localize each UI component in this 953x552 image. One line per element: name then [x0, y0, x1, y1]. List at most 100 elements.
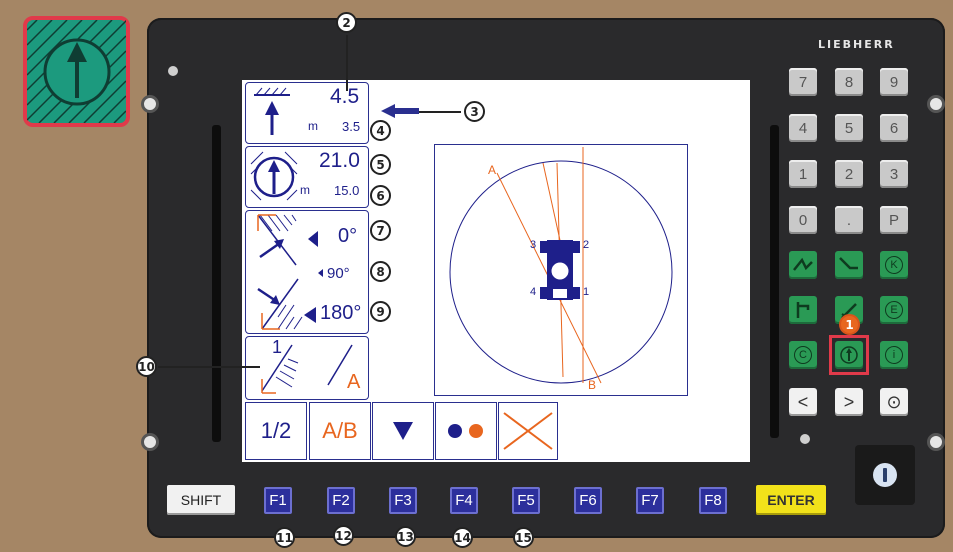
plan-num-1: 1 — [583, 286, 590, 298]
key-e-label: E — [885, 301, 903, 319]
plan-num-4: 4 — [530, 286, 537, 298]
key-boom-angle[interactable] — [789, 251, 817, 279]
key-k-label: K — [885, 256, 903, 274]
key-f1[interactable]: F1 — [264, 487, 292, 514]
softkey-dots[interactable] — [435, 402, 497, 460]
radius-unit: m — [300, 183, 310, 197]
callout-7: 7 — [370, 220, 391, 241]
enter-key[interactable]: ENTER — [756, 485, 826, 515]
key-1[interactable]: 1 — [789, 160, 817, 188]
softkey-wall-label: A/B — [322, 418, 358, 443]
softkey-clear[interactable] — [498, 402, 558, 460]
key-luffing[interactable] — [835, 251, 863, 279]
slew-angle-right: 180° — [320, 302, 362, 324]
callout-3: 3 — [464, 101, 485, 122]
screw-icon — [927, 95, 945, 113]
softkey-page-label: 1/2 — [260, 418, 292, 443]
work-area-icon — [26, 19, 128, 124]
key-k[interactable]: K — [880, 251, 908, 279]
work-area-icon — [840, 346, 858, 364]
key-0[interactable]: 0 — [789, 206, 817, 234]
boom-icon — [793, 257, 813, 271]
key-right[interactable]: > — [835, 388, 863, 416]
softkey-page-toggle[interactable]: 1/2 — [245, 402, 307, 460]
key-4[interactable]: 4 — [789, 114, 817, 142]
key-2[interactable]: 2 — [835, 160, 863, 188]
height-value: 4.5 — [330, 85, 360, 108]
key-7[interactable]: 7 — [789, 68, 817, 96]
key-9[interactable]: 9 — [880, 68, 908, 96]
callout-line-2 — [346, 35, 348, 91]
key-e[interactable]: E — [880, 296, 908, 324]
plan-label-b: B — [588, 378, 597, 392]
plan-num-3: 3 — [530, 239, 537, 251]
key-info[interactable]: i — [880, 341, 908, 369]
brand-logo: LIEBHERR — [818, 38, 895, 51]
right-slot — [770, 125, 779, 438]
screw-icon — [141, 433, 159, 451]
shift-key-label: SHIFT — [180, 492, 222, 508]
cross-icon — [503, 412, 553, 450]
height-unit: m — [308, 119, 318, 133]
callout-5: 5 — [370, 154, 391, 175]
softkey-wall-toggle[interactable]: A/B — [309, 402, 371, 460]
key-f7[interactable]: F7 — [636, 487, 664, 514]
wall-number: 1 — [272, 337, 283, 357]
key-info-label: i — [885, 346, 903, 364]
callout-8: 8 — [370, 261, 391, 282]
slew-limit-cell[interactable]: 0° 90° 180° — [245, 210, 369, 334]
screw-icon — [141, 95, 159, 113]
key-8[interactable]: 8 — [835, 68, 863, 96]
key-f3[interactable]: F3 — [389, 487, 417, 514]
arrow-left-icon — [381, 104, 419, 118]
key-f8[interactable]: F8 — [699, 487, 727, 514]
key-left[interactable]: < — [789, 388, 817, 416]
slew-angle-left: 0° — [338, 225, 358, 247]
radius-limit-icon — [250, 151, 298, 201]
key-f4[interactable]: F4 — [450, 487, 478, 514]
callout-6: 6 — [370, 185, 391, 206]
work-area-icon-enlarged — [23, 16, 130, 127]
shift-key[interactable]: SHIFT — [167, 485, 235, 515]
arrow-down-icon — [393, 422, 413, 440]
radius-limit-cell[interactable]: 21.0 m 15.0 — [245, 146, 369, 208]
key-p[interactable]: P — [880, 206, 908, 234]
callout-15: 15 — [513, 527, 534, 548]
key-work-area[interactable] — [835, 341, 863, 369]
dots-icon — [448, 424, 483, 438]
key-c-label: C — [794, 346, 812, 364]
callout-9: 9 — [370, 301, 391, 322]
key-f2[interactable]: F2 — [327, 487, 355, 514]
wall-limit-cell[interactable]: 1 A — [245, 336, 369, 400]
callout-14: 14 — [452, 527, 473, 548]
key-dot[interactable]: . — [835, 206, 863, 234]
key-6[interactable]: 6 — [880, 114, 908, 142]
chevron-right-icon: > — [843, 391, 855, 412]
height-limit-cell[interactable]: 4.5 m 3.5 — [245, 82, 369, 144]
key-hook[interactable] — [789, 296, 817, 324]
center-dot-icon: ⊙ — [886, 391, 902, 412]
on-off-icon — [873, 463, 897, 487]
callout-13: 13 — [395, 526, 416, 547]
work-area-plan: A B 3 2 4 1 — [434, 144, 688, 396]
softkey-down[interactable] — [372, 402, 434, 460]
callout-line-10 — [158, 366, 260, 368]
key-f5[interactable]: F5 — [512, 487, 540, 514]
key-c[interactable]: C — [789, 341, 817, 369]
chevron-left-icon: < — [797, 391, 809, 412]
key-5[interactable]: 5 — [835, 114, 863, 142]
left-slot — [212, 125, 221, 442]
plan-view — [449, 147, 673, 384]
key-center[interactable]: ⊙ — [880, 388, 908, 416]
callout-line-3 — [418, 111, 461, 113]
callout-11: 11 — [274, 527, 295, 548]
callout-1: 1 — [839, 314, 860, 335]
height-limit-value: 3.5 — [342, 119, 361, 134]
key-3[interactable]: 3 — [880, 160, 908, 188]
hook-icon — [796, 302, 810, 318]
height-limit-icon — [254, 87, 290, 135]
slew-angle-mid: 90° — [327, 265, 350, 282]
enter-key-label: ENTER — [767, 492, 815, 508]
power-button[interactable] — [855, 445, 915, 505]
key-f6[interactable]: F6 — [574, 487, 602, 514]
